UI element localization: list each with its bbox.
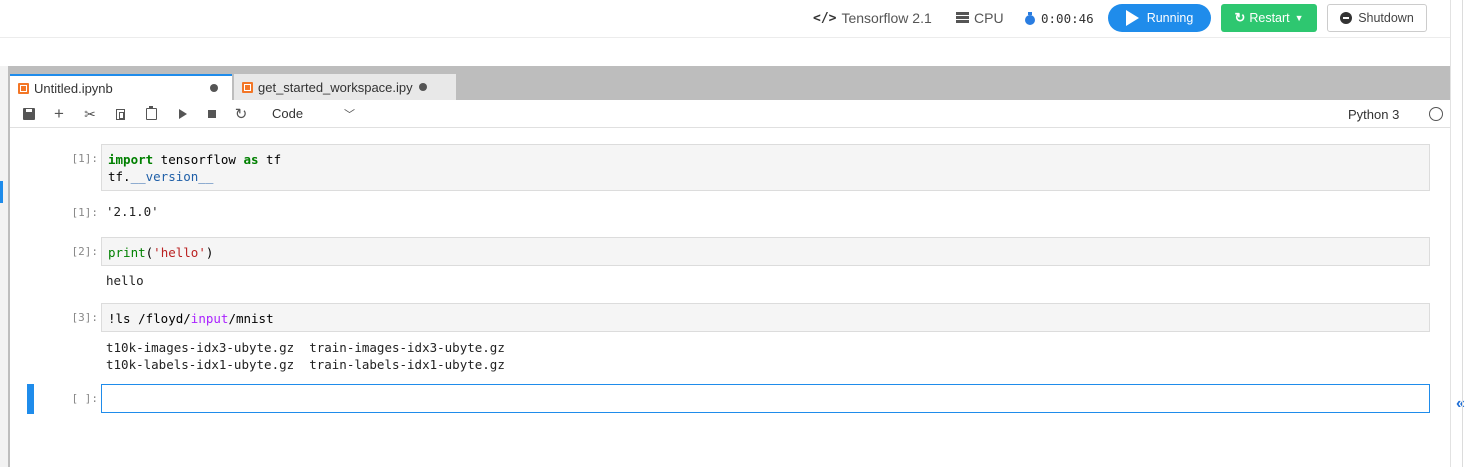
code-cell-input[interactable]: !ls /floyd/input/mnist — [101, 303, 1430, 332]
code-icon: </> — [813, 10, 837, 26]
keyword: as — [243, 152, 259, 167]
machine-info: CPU — [956, 8, 1004, 28]
cut-icon: ✂ — [84, 105, 96, 122]
shutdown-label: Shutdown — [1358, 11, 1414, 25]
running-label: Running — [1146, 11, 1194, 25]
code-cell-input[interactable]: import tensorflow as tf tf.__version__ — [101, 144, 1430, 191]
elapsed-timer: 0:00:46 — [1025, 8, 1094, 28]
running-button[interactable]: Running — [1108, 4, 1211, 32]
shutdown-button[interactable]: Shutdown — [1327, 4, 1427, 32]
add-cell-button[interactable]: + — [52, 104, 66, 123]
keyword: input — [190, 311, 229, 326]
left-sidebar — [0, 66, 8, 467]
string-literal: 'hello' — [153, 245, 206, 260]
notebook-icon — [242, 81, 253, 93]
copy-icon — [115, 108, 125, 120]
cut-button[interactable]: ✂ — [82, 106, 98, 122]
cell-output: '2.1.0' — [106, 204, 159, 219]
function-name: print — [108, 245, 146, 260]
tab-label: Untitled.ipynb — [34, 80, 113, 96]
cell-type-select[interactable]: Code — [272, 106, 303, 121]
stopwatch-icon — [1025, 12, 1035, 25]
paste-button[interactable] — [144, 106, 158, 122]
kernel-name[interactable]: Python 3 — [1348, 107, 1399, 122]
restart-button[interactable]: ↻ Restart ▼ — [1221, 4, 1317, 32]
input-prompt: [3]: — [71, 311, 99, 324]
code-line: import tensorflow as tf — [108, 151, 1423, 168]
power-off-icon — [1340, 12, 1353, 24]
tab-label: get_started_workspace.ipy — [258, 79, 413, 95]
cell-output-line: t10k-labels-idx1-ubyte.gz train-labels-i… — [106, 357, 505, 372]
tab-get-started-workspace[interactable]: get_started_workspace.ipy — [234, 74, 456, 100]
notebook-panel: + ✂ ↻ Code ﹀ Python 3 [1]: import tensor… — [10, 100, 1450, 467]
copy-button[interactable] — [113, 106, 127, 122]
code-text: ) — [205, 245, 214, 260]
document-tabs: Untitled.ipynb get_started_workspace.ipy — [10, 74, 456, 100]
input-prompt: [1]: — [71, 152, 99, 165]
code-text: tf — [258, 152, 282, 167]
output-prompt: [1]: — [71, 206, 99, 219]
notebook-icon — [18, 82, 29, 94]
left-sidebar-active-marker — [0, 181, 3, 203]
code-text: !ls /floyd/ — [108, 311, 191, 326]
expand-sidebar-icon[interactable]: « — [1456, 395, 1465, 413]
scrollbar-track[interactable] — [1462, 0, 1463, 467]
chevron-down-icon[interactable]: ﹀ — [344, 106, 355, 122]
restart-icon: ↻ — [234, 106, 248, 123]
code-cell-input[interactable]: print('hello') — [101, 237, 1430, 266]
restart-label: Restart — [1249, 11, 1290, 25]
save-button[interactable] — [22, 106, 36, 122]
interrupt-button[interactable] — [206, 106, 218, 122]
refresh-icon: ↻ — [1234, 10, 1246, 25]
code-text: tensorflow — [153, 152, 244, 167]
attribute: __version__ — [130, 169, 214, 184]
cell-output-line: t10k-images-idx3-ubyte.gz train-images-i… — [106, 340, 505, 355]
play-icon — [1125, 10, 1139, 26]
environment-label: Tensorflow 2.1 — [841, 10, 932, 26]
code-line: tf.__version__ — [108, 168, 1423, 185]
input-prompt: [ ]: — [71, 392, 99, 405]
top-status-bar: </> Tensorflow 2.1 CPU 0:00:46 Running ↻… — [0, 0, 1450, 38]
environment-info: </> Tensorflow 2.1 — [813, 8, 932, 28]
unsaved-dot-icon[interactable] — [418, 83, 427, 91]
keyword: import — [108, 152, 154, 167]
restart-kernel-button[interactable]: ↻ — [234, 106, 248, 123]
save-icon — [23, 108, 35, 120]
server-icon — [956, 12, 969, 24]
active-code-cell-input[interactable] — [101, 384, 1430, 413]
chevron-down-icon: ▼ — [1294, 13, 1304, 23]
input-prompt: [2]: — [71, 245, 99, 258]
add-icon: + — [54, 104, 64, 123]
unsaved-dot-icon[interactable] — [210, 84, 218, 92]
elapsed-time: 0:00:46 — [1041, 10, 1094, 26]
stop-icon — [208, 110, 216, 118]
notebook-toolbar: + ✂ ↻ Code ﹀ Python 3 — [10, 100, 1450, 128]
code-text: /mnist — [228, 311, 274, 326]
cell-output: hello — [106, 273, 144, 288]
code-text: tf. — [108, 169, 131, 184]
machine-label: CPU — [974, 10, 1004, 26]
right-sidebar: « — [1450, 0, 1472, 467]
tab-untitled-ipynb[interactable]: Untitled.ipynb — [10, 74, 232, 100]
kernel-idle-icon — [1429, 107, 1443, 121]
paste-icon — [145, 106, 157, 120]
run-icon — [179, 109, 187, 119]
run-cell-button[interactable] — [177, 106, 189, 122]
